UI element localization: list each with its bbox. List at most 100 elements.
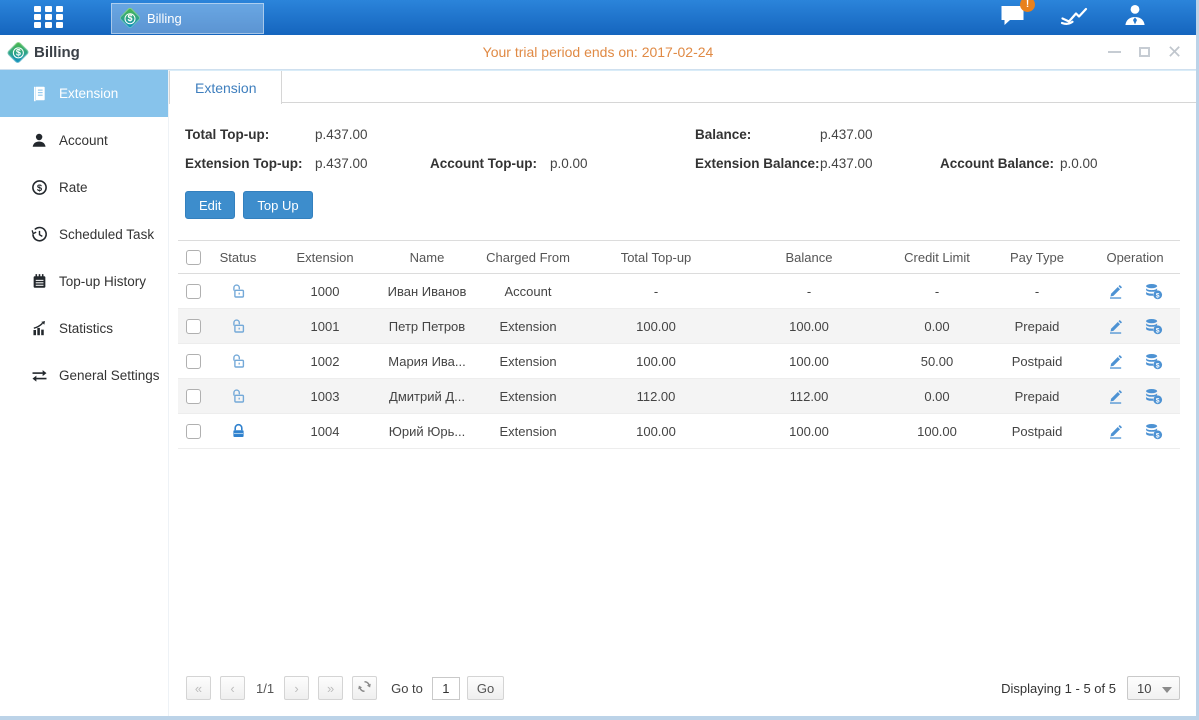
column-header-name: Name bbox=[382, 241, 472, 274]
window-title: Billing bbox=[34, 44, 80, 61]
balance-cell: 100.00 bbox=[728, 414, 890, 449]
maximize-icon[interactable] bbox=[1137, 45, 1152, 60]
tab-bar: Extension bbox=[169, 70, 1196, 103]
sidebar-item-extension[interactable]: Extension bbox=[0, 70, 168, 117]
total-topup-value: p.437.00 bbox=[315, 127, 430, 142]
total-topup-cell: 100.00 bbox=[584, 309, 728, 344]
lock-open-icon[interactable] bbox=[230, 353, 247, 370]
billing-summary: Total Top-up: p.437.00 Balance: p.437.00… bbox=[169, 103, 1196, 171]
account-topup-value: p.0.00 bbox=[550, 156, 695, 171]
taskbar-billing-tab[interactable]: $ Billing bbox=[111, 3, 264, 34]
edit-icon[interactable] bbox=[1107, 353, 1124, 370]
top-up-icon[interactable]: $ bbox=[1144, 388, 1163, 405]
close-icon[interactable]: ✕ bbox=[1167, 45, 1182, 60]
total-topup-label: Total Top-up: bbox=[185, 127, 315, 142]
next-page-button[interactable]: › bbox=[284, 676, 309, 700]
table-row: 1000 Иван Иванов Account - - - - $ bbox=[178, 274, 1180, 309]
app-body: Extension Account $ Rate Scheduled Task … bbox=[0, 70, 1196, 716]
prev-page-button[interactable]: ‹ bbox=[220, 676, 245, 700]
operation-cell: $ bbox=[1090, 309, 1180, 344]
extension-cell: 1003 bbox=[268, 379, 382, 414]
sidebar-item-general-settings[interactable]: General Settings bbox=[0, 352, 168, 399]
column-header-credit-limit: Credit Limit bbox=[890, 241, 984, 274]
pay-type-cell: Postpaid bbox=[984, 344, 1090, 379]
svg-text:$: $ bbox=[1156, 432, 1160, 439]
sidebar-item-label: Statistics bbox=[59, 321, 113, 336]
extension-topup-label: Extension Top-up: bbox=[185, 156, 315, 171]
lock-closed-icon[interactable] bbox=[230, 423, 247, 440]
history-icon bbox=[30, 273, 48, 291]
row-checkbox[interactable] bbox=[186, 389, 201, 404]
displaying-info: Displaying 1 - 5 of 5 bbox=[1001, 681, 1116, 696]
extension-cell: 1000 bbox=[268, 274, 382, 309]
line-chart-glyph bbox=[1059, 3, 1089, 32]
operation-cell: $ bbox=[1090, 379, 1180, 414]
total-topup-cell: 112.00 bbox=[584, 379, 728, 414]
minimize-icon[interactable] bbox=[1107, 45, 1122, 60]
top-up-icon[interactable]: $ bbox=[1144, 283, 1163, 300]
go-button[interactable]: Go bbox=[467, 676, 504, 700]
edit-button[interactable]: Edit bbox=[185, 191, 235, 219]
top-up-icon[interactable]: $ bbox=[1144, 423, 1163, 440]
operation-cell: $ bbox=[1090, 414, 1180, 449]
lock-open-icon[interactable] bbox=[230, 388, 247, 405]
refresh-icon bbox=[357, 679, 372, 697]
sidebar-item-topup-history[interactable]: Top-up History bbox=[0, 258, 168, 305]
sidebar-item-label: Extension bbox=[59, 86, 118, 101]
edit-icon[interactable] bbox=[1107, 283, 1124, 300]
top-up-icon[interactable]: $ bbox=[1144, 318, 1163, 335]
resource-monitor-icon[interactable] bbox=[1059, 3, 1089, 32]
column-header-total-top-up: Total Top-up bbox=[584, 241, 728, 274]
table-row: 1004 Юрий Юрь... Extension 100.00 100.00… bbox=[178, 414, 1180, 449]
credit-limit-cell: - bbox=[890, 274, 984, 309]
refresh-button[interactable] bbox=[352, 676, 377, 700]
row-checkbox[interactable] bbox=[186, 284, 201, 299]
svg-text:$: $ bbox=[36, 183, 42, 194]
edit-icon[interactable] bbox=[1107, 423, 1124, 440]
select-all-checkbox[interactable] bbox=[186, 250, 201, 265]
sidebar-item-account[interactable]: Account bbox=[0, 117, 168, 164]
app-launcher-icon[interactable] bbox=[34, 6, 68, 30]
lock-open-icon[interactable] bbox=[230, 318, 247, 335]
edit-icon[interactable] bbox=[1107, 388, 1124, 405]
sidebar-item-rate[interactable]: $ Rate bbox=[0, 164, 168, 211]
tab-extension[interactable]: Extension bbox=[169, 71, 282, 104]
page-indicator: 1/1 bbox=[256, 681, 274, 696]
notification-badge: ! bbox=[1020, 0, 1035, 12]
pagination-bar: « ‹ 1/1 › » Go to Go Displaying 1 - 5 of… bbox=[169, 670, 1196, 716]
svg-text:$: $ bbox=[1156, 292, 1160, 299]
column-header-pay-type: Pay Type bbox=[984, 241, 1090, 274]
row-checkbox[interactable] bbox=[186, 424, 201, 439]
trial-notice: Your trial period ends on: 2017-02-24 bbox=[0, 44, 1196, 60]
column-header-status: Status bbox=[208, 241, 268, 274]
charged-from-cell: Extension bbox=[472, 309, 584, 344]
window-title-group: $ Billing bbox=[10, 44, 80, 61]
first-page-button[interactable]: « bbox=[186, 676, 211, 700]
credit-limit-cell: 50.00 bbox=[890, 344, 984, 379]
lock-open-icon[interactable] bbox=[230, 283, 247, 300]
sidebar-item-scheduled-task[interactable]: Scheduled Task bbox=[0, 211, 168, 258]
chat-icon[interactable]: ! bbox=[999, 3, 1026, 32]
operation-cell: $ bbox=[1090, 274, 1180, 309]
svg-text:$: $ bbox=[1156, 327, 1160, 334]
top-up-icon[interactable]: $ bbox=[1144, 353, 1163, 370]
pay-type-cell: - bbox=[984, 274, 1090, 309]
sidebar-item-label: Rate bbox=[59, 180, 88, 195]
user-icon[interactable] bbox=[1122, 3, 1148, 32]
top-up-button[interactable]: Top Up bbox=[243, 191, 312, 219]
goto-label: Go to bbox=[391, 681, 423, 696]
sidebar-item-statistics[interactable]: Statistics bbox=[0, 305, 168, 352]
total-topup-cell: - bbox=[584, 274, 728, 309]
goto-page-input[interactable] bbox=[432, 677, 460, 700]
edit-icon[interactable] bbox=[1107, 318, 1124, 335]
sidebar-item-label: Account bbox=[59, 133, 108, 148]
operation-cell: $ bbox=[1090, 344, 1180, 379]
row-checkbox[interactable] bbox=[186, 354, 201, 369]
row-checkbox[interactable] bbox=[186, 319, 201, 334]
balance-cell: 100.00 bbox=[728, 344, 890, 379]
page-size-select[interactable]: 10 bbox=[1127, 676, 1180, 700]
last-page-button[interactable]: » bbox=[318, 676, 343, 700]
charged-from-cell: Extension bbox=[472, 344, 584, 379]
name-cell: Дмитрий Д... bbox=[382, 379, 472, 414]
svg-text:$: $ bbox=[1156, 362, 1160, 369]
